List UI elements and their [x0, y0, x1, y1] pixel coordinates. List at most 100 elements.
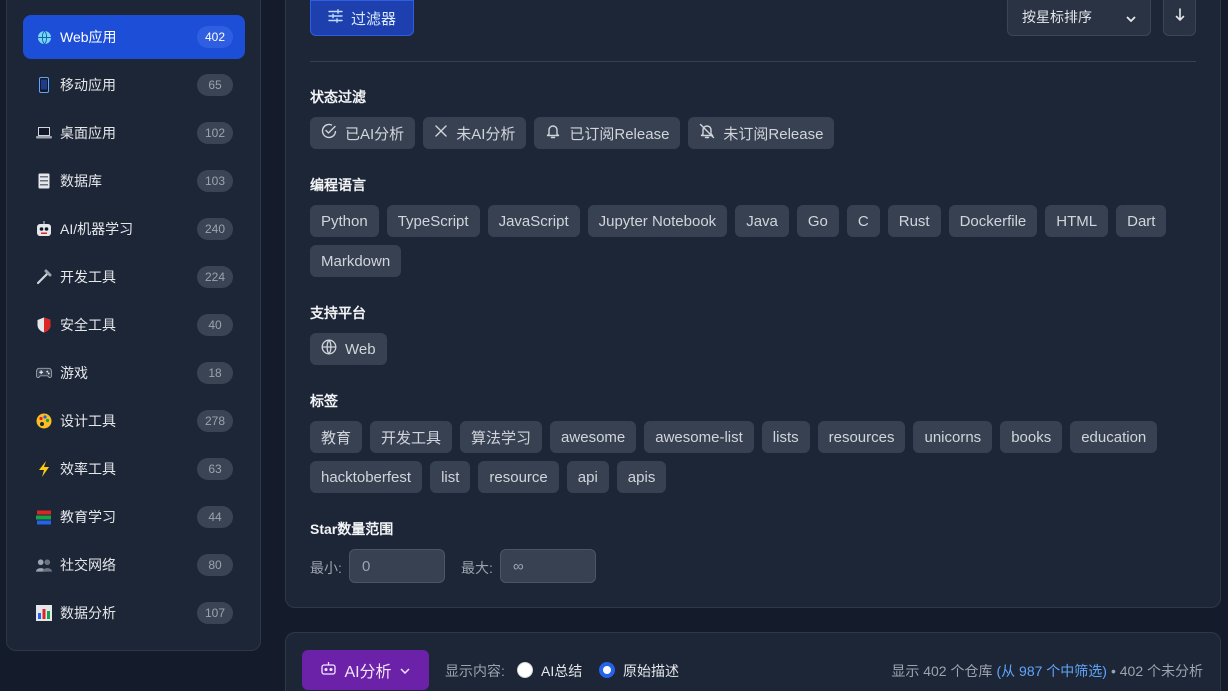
ai-analysis-button[interactable]: AI分析 [302, 650, 429, 690]
language-chip[interactable]: Rust [887, 205, 941, 237]
count-badge: 44 [197, 506, 233, 528]
tag-chip[interactable]: apis [616, 461, 667, 493]
arrow-down-icon [1175, 7, 1185, 27]
count-badge: 63 [197, 458, 233, 480]
tag-chip[interactable]: 教育 [310, 421, 363, 453]
filter-panel [285, 0, 1221, 608]
language-chip[interactable]: Go [796, 205, 839, 237]
sort-select[interactable]: 按星标排序 [1007, 0, 1151, 36]
radio-ai-summary-label[interactable]: AI总结 [541, 661, 582, 681]
language-chip[interactable]: Python [310, 205, 379, 237]
chip-not-ai-analyzed[interactable]: 未AI分析 [423, 117, 527, 149]
tag-chip[interactable]: awesome-list [644, 421, 754, 453]
sort-select-value: 按星标排序 [1022, 9, 1092, 25]
count-badge: 65 [197, 74, 233, 96]
tag-chip[interactable]: 开发工具 [370, 421, 453, 453]
globe-icon [321, 339, 337, 359]
sidebar-item-dev-tools[interactable]: 开发工具 224 [23, 255, 245, 299]
filtered-from-link[interactable]: (从 987 个中筛选) [996, 661, 1106, 681]
language-chip[interactable]: TypeScript [386, 205, 480, 237]
platform-filter-title: 支持平台 [310, 305, 366, 321]
sidebar-item-desktop-apps[interactable]: 桌面应用 102 [23, 111, 245, 155]
palette-icon [36, 413, 52, 429]
sidebar-item-security-tools[interactable]: 安全工具 40 [23, 303, 245, 347]
chip-ai-analyzed[interactable]: 已AI分析 [310, 117, 416, 149]
tag-filter-title: 标签 [310, 393, 338, 409]
sidebar-item-design-tools[interactable]: 设计工具 278 [23, 399, 245, 443]
language-chip[interactable]: Jupyter Notebook [587, 205, 728, 237]
radio-original-description[interactable] [599, 662, 615, 678]
language-chip[interactable]: Java [735, 205, 789, 237]
tag-chip[interactable]: unicorns [913, 421, 993, 453]
bell-icon [545, 123, 561, 143]
count-badge: 402 [196, 26, 233, 48]
tag-chip[interactable]: awesome [550, 421, 637, 453]
filter-button-label: 过滤器 [350, 10, 396, 28]
count-badge: 40 [197, 314, 233, 336]
sidebar-item-label: 安全工具 [60, 317, 116, 333]
ai-button-label: AI分析 [344, 664, 392, 681]
chip-label: 已订阅Release [569, 125, 670, 143]
tag-chip[interactable]: resources [817, 421, 906, 453]
tag-chip[interactable]: education [1070, 421, 1158, 453]
tag-chip[interactable]: books [1000, 421, 1063, 453]
platform-chip-web[interactable]: Web [310, 333, 387, 365]
language-chip[interactable]: Dockerfile [948, 205, 1038, 237]
radio-ai-summary[interactable] [517, 662, 533, 678]
count-badge: 240 [196, 218, 233, 240]
tag-chip[interactable]: list [430, 461, 471, 493]
tag-chip[interactable]: lists [761, 421, 810, 453]
sidebar-item-databases[interactable]: 数据库 103 [23, 159, 245, 203]
chip-label: 已AI分析 [345, 125, 405, 143]
sidebar-item-productivity-tools[interactable]: 效率工具 63 [23, 447, 245, 491]
tag-chip[interactable]: hacktoberfest [310, 461, 423, 493]
chip-release-subscribed[interactable]: 已订阅Release [534, 117, 681, 149]
sidebar-item-label: AI/机器学习 [60, 221, 134, 237]
chevron-down-icon [1126, 9, 1136, 25]
language-chip[interactable]: HTML [1045, 205, 1109, 237]
sidebar-item-label: 数据库 [60, 173, 102, 189]
status-filter-chips: 已AI分析 未AI分析 已订阅Release 未订阅Release [310, 117, 835, 149]
sidebar-item-education[interactable]: 教育学习 44 [23, 495, 245, 539]
sort-direction-button[interactable] [1163, 0, 1196, 36]
sidebar-item-label: 社交网络 [60, 557, 116, 573]
language-filter-title: 编程语言 [310, 177, 366, 193]
sidebar-item-social-networks[interactable]: 社交网络 80 [23, 543, 245, 587]
min-stars-input[interactable] [349, 549, 445, 583]
max-stars-input[interactable] [500, 549, 596, 583]
filter-toggle-button[interactable]: 过滤器 [310, 0, 414, 36]
tag-chip[interactable]: api [566, 461, 609, 493]
platform-chips: Web [310, 333, 387, 365]
language-chip[interactable]: C [846, 205, 880, 237]
result-stats: 显示 402 个仓库 (从 987 个中筛选) • 402 个未分析 [891, 661, 1203, 681]
count-badge: 102 [196, 122, 233, 144]
wrench-icon [36, 269, 52, 285]
language-chip[interactable]: Markdown [310, 245, 402, 277]
mobile-phone-icon [36, 77, 52, 93]
radio-original-description-label[interactable]: 原始描述 [623, 661, 679, 681]
globe-icon [36, 29, 52, 45]
max-stars-label: 最大: [461, 560, 493, 576]
database-icon [36, 173, 52, 189]
robot-icon [36, 221, 52, 237]
sidebar-item-mobile-apps[interactable]: 移动应用 65 [23, 63, 245, 107]
language-chip[interactable]: Dart [1116, 205, 1167, 237]
sidebar-item-games[interactable]: 游戏 18 [23, 351, 245, 395]
chip-label: 未订阅Release [723, 125, 824, 143]
books-icon [36, 509, 52, 525]
sidebar-item-label: 游戏 [60, 365, 88, 381]
sidebar-item-data-analysis[interactable]: 数据分析 107 [23, 591, 245, 635]
status-filter-title: 状态过滤 [310, 89, 366, 105]
tag-chip[interactable]: 算法学习 [460, 421, 543, 453]
chip-release-unsubscribed[interactable]: 未订阅Release [688, 117, 835, 149]
sidebar-item-ai-ml[interactable]: AI/机器学习 240 [23, 207, 245, 251]
x-icon [434, 124, 448, 142]
tag-chips-row-1: 教育 开发工具 算法学习 awesome awesome-list lists … [310, 421, 1158, 453]
tag-chip[interactable]: resource [478, 461, 559, 493]
sidebar-item-label: 效率工具 [60, 461, 116, 477]
language-chip[interactable]: JavaScript [487, 205, 580, 237]
sidebar-item-web-apps[interactable]: Web应用 402 [23, 15, 245, 59]
count-badge: 278 [196, 410, 233, 432]
sidebar-item-label: 移动应用 [60, 77, 116, 93]
unanalyzed-count-text: • 402 个未分析 [1110, 663, 1203, 679]
